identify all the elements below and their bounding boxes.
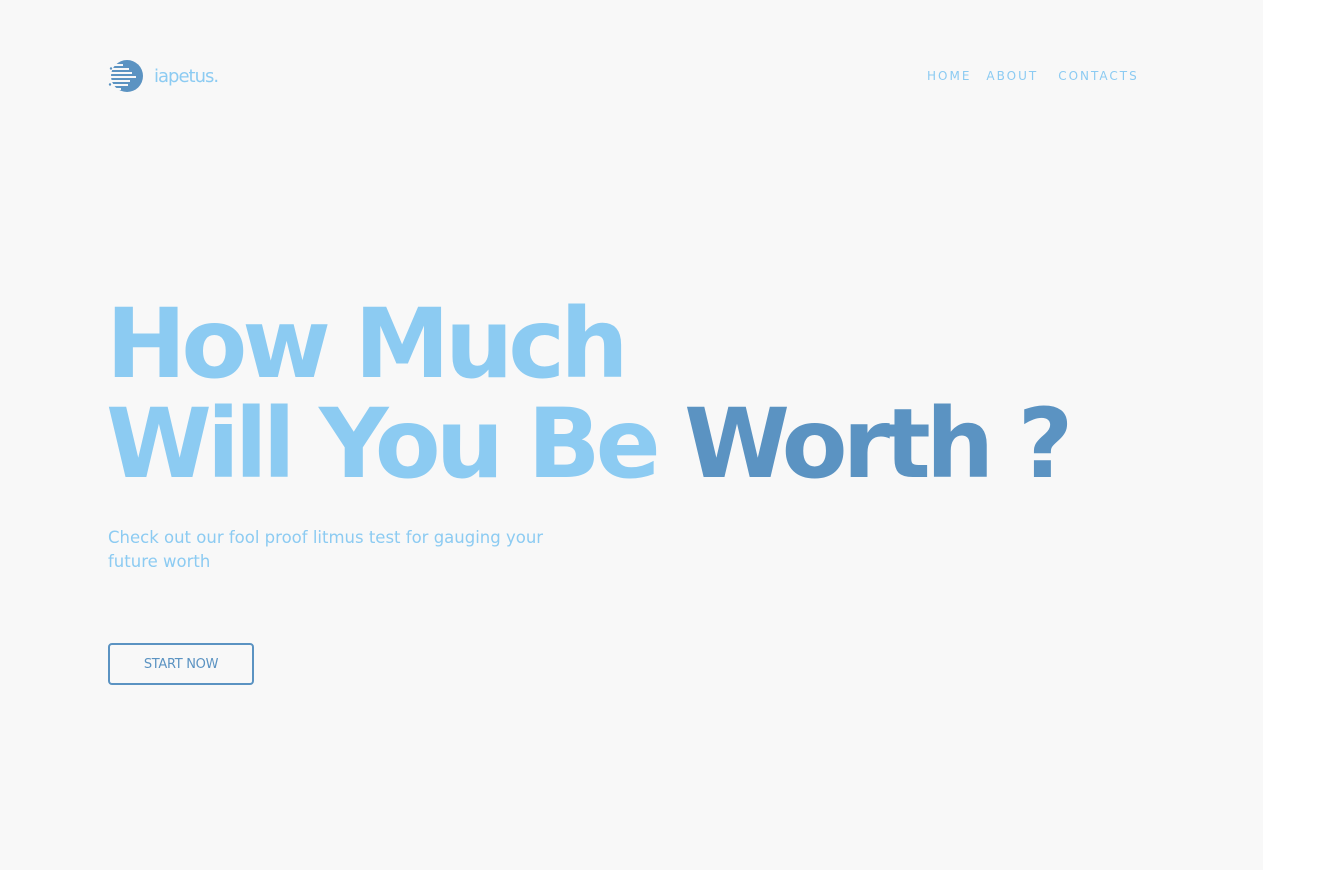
main-nav: HOME ABOUT CONTACTS — [927, 69, 1139, 84]
hero-title: How Much Will You Be Worth ? — [106, 288, 1073, 494]
nav-contacts-link[interactable]: CONTACTS — [1058, 69, 1139, 84]
hero-title-line-1: How Much — [106, 288, 629, 400]
nav-home-link[interactable]: HOME — [927, 69, 971, 84]
hero-subtitle: Check out our fool proof litmus test for… — [108, 528, 544, 571]
brand-link[interactable]: iapetus. — [108, 59, 219, 93]
hero-title-line-2: Will You Be Worth ? — [106, 394, 1073, 494]
hero-title-line-2-text: Will You Be — [106, 388, 685, 500]
nav-about-link[interactable]: ABOUT — [986, 69, 1038, 84]
start-now-button[interactable]: START NOW — [108, 643, 254, 685]
striped-circle-logo-icon — [108, 60, 143, 92]
brand-name: iapetus. — [154, 65, 219, 87]
page: iapetus. HOME ABOUT CONTACTS How Much Wi… — [0, 0, 1263, 870]
hero-title-accent: Worth ? — [684, 388, 1073, 500]
